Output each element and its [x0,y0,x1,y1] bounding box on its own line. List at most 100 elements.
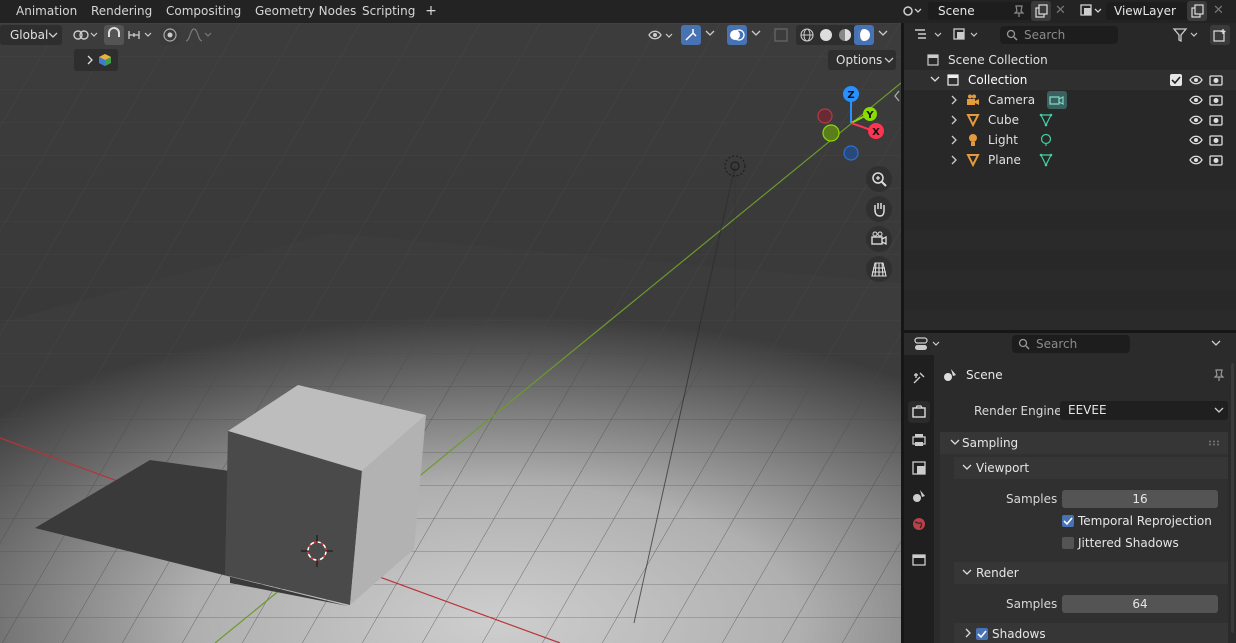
rendered-shading-button[interactable] [854,25,874,45]
sampling-panel-header[interactable]: Sampling [940,432,1228,454]
visibility-selectability-icon[interactable] [646,26,676,44]
filter-icon[interactable] [1172,27,1202,43]
scene-browse-button[interactable] [900,2,926,20]
render-engine-dropdown[interactable]: EEVEE [1060,401,1228,420]
jittered-shadows-label[interactable]: Jittered Shadows [1078,536,1179,550]
temporal-reprojection-label[interactable]: Temporal Reprojection [1078,514,1212,528]
viewport-samples-field[interactable]: 16 [1062,490,1218,508]
proportional-editing-toggle[interactable] [160,25,180,45]
exclude-checkbox[interactable] [1170,74,1182,86]
tab-world[interactable] [908,513,930,535]
render-camera-icon[interactable] [1209,93,1223,107]
eye-icon[interactable] [1189,113,1203,127]
proportional-icon [163,28,177,42]
outliner-search-input[interactable]: Search [1000,26,1118,44]
pin-icon[interactable] [1212,368,1226,382]
zoom-button[interactable] [866,166,892,192]
properties-search-input[interactable]: Search [1012,335,1130,353]
chevron-down-icon[interactable] [704,29,716,39]
solid-shading-icon[interactable] [818,27,834,43]
new-scene-button[interactable] [1031,1,1051,21]
tab-output[interactable] [908,429,930,451]
render-camera-icon[interactable] [1209,153,1223,167]
viewport-subpanel-header[interactable]: Viewport [954,457,1228,479]
chevron-down-icon[interactable] [877,29,889,39]
unlink-scene-icon[interactable]: ✕ [1055,3,1066,18]
eye-icon[interactable] [1189,93,1203,107]
chevron-down-icon[interactable] [930,76,940,84]
properties-scrollbar[interactable] [1231,363,1234,633]
outliner-item-cube[interactable]: Cube [904,110,1236,130]
render-camera-icon[interactable] [1209,113,1223,127]
render-camera-icon[interactable] [1209,133,1223,147]
light-data-icon[interactable] [1039,133,1053,147]
pin-icon[interactable] [1012,4,1026,18]
outliner-item-light[interactable]: Light [904,130,1236,150]
eye-icon[interactable] [1189,133,1203,147]
chevron-right-icon[interactable] [950,155,958,165]
editor-type-dropdown[interactable] [912,335,946,353]
navigation-gizmo[interactable]: Z Y X [810,85,890,165]
workspace-tab-compositing[interactable]: Compositing [158,0,249,23]
render-subpanel-header[interactable]: Render [954,562,1228,584]
transform-orientation-dropdown[interactable]: Global [0,25,62,45]
editor-type-dropdown[interactable] [912,25,946,45]
chevron-right-icon[interactable] [950,135,958,145]
mesh-data-icon[interactable] [1039,113,1053,127]
3d-viewport[interactable]: Global Options Z Y X [0,23,901,643]
chevron-right-icon[interactable] [950,95,958,105]
chevron-right-icon[interactable] [950,115,958,125]
perspective-toggle-button[interactable] [866,256,892,282]
pan-button[interactable] [866,196,892,222]
overlays-toggle[interactable] [727,25,747,45]
viewlayer-browse-button[interactable] [1078,2,1106,20]
collection-row[interactable]: Collection [904,70,1236,90]
camera-data-icon[interactable] [1047,91,1067,109]
jittered-shadows-checkbox[interactable] [1062,537,1074,549]
eye-icon[interactable] [1189,153,1203,167]
shadows-checkbox[interactable] [976,628,988,640]
tab-view-layer[interactable] [908,457,930,479]
tab-collection[interactable] [908,549,930,571]
drag-handle-icon[interactable] [1208,440,1222,446]
render-samples-field[interactable]: 64 [1062,595,1218,613]
new-collection-button[interactable] [1210,25,1230,45]
outliner-item-plane[interactable]: Plane [904,150,1236,170]
sidebar-toggle-icon[interactable] [893,90,901,102]
workspace-tab-scripting[interactable]: Scripting [354,0,423,23]
material-preview-icon[interactable] [837,27,853,43]
tab-render[interactable] [908,401,930,423]
tab-scene[interactable] [908,485,930,507]
mesh-data-icon[interactable] [1039,153,1053,167]
snap-toggle[interactable] [104,25,124,45]
svg-text:X: X [872,127,880,138]
scene-collection-row[interactable]: Scene Collection [904,50,1236,70]
options-dropdown[interactable]: Options [828,50,896,70]
add-workspace-button[interactable]: + [422,2,440,20]
xray-toggle[interactable] [772,26,790,44]
tab-tool[interactable] [908,367,930,389]
collection-indicator[interactable] [74,49,118,71]
proportional-falloff-icon[interactable] [184,27,212,43]
outliner-item-camera[interactable]: Camera [904,90,1236,110]
workspace-tab-rendering[interactable]: Rendering [83,0,160,23]
remove-viewlayer-icon[interactable]: ✕ [1213,3,1224,18]
eye-icon[interactable] [1189,73,1203,87]
pivot-point-dropdown[interactable] [70,25,100,45]
wireframe-shading-icon[interactable] [799,27,815,43]
snap-target-dropdown[interactable] [126,25,156,45]
shadows-subpanel-header[interactable]: Shadows [954,623,1228,643]
new-viewlayer-button[interactable] [1187,1,1207,21]
workspace-tab-animation[interactable]: Animation [8,0,85,23]
chevron-down-icon[interactable] [750,29,762,39]
gizmo-toggle[interactable] [681,25,701,45]
workspace-tab-geometry-nodes[interactable]: Geometry Nodes [247,0,364,23]
mesh-object-icon [966,154,980,167]
display-mode-dropdown[interactable] [950,25,984,45]
viewlayer-name-field[interactable]: ViewLayer [1106,2,1190,20]
render-camera-icon[interactable] [1209,73,1223,87]
temporal-reprojection-checkbox[interactable] [1062,515,1074,527]
camera-view-button[interactable] [866,226,892,252]
chevron-down-icon[interactable] [1210,339,1222,349]
collection-icon [912,554,926,566]
